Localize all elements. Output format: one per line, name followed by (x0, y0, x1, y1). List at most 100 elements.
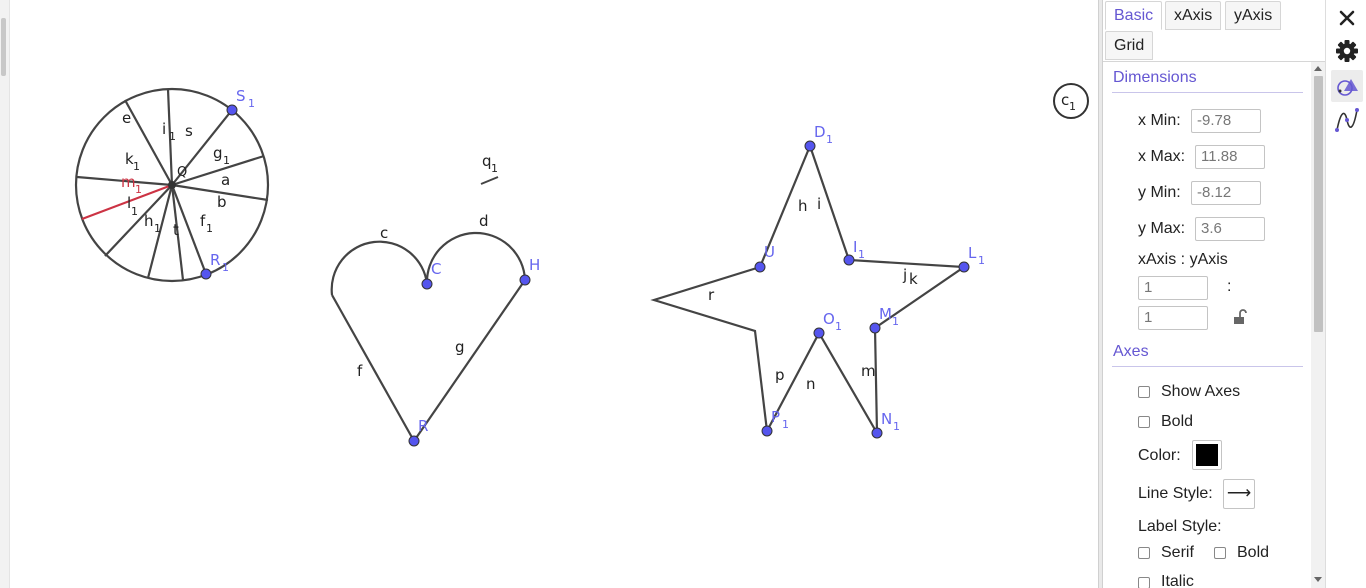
label-q-point: Q (177, 165, 187, 180)
heart-shape[interactable] (330, 231, 527, 442)
point-i1[interactable] (843, 254, 855, 266)
label-h-sub: 1 (154, 222, 161, 235)
tab-yaxis[interactable]: yAxis (1225, 1, 1282, 30)
label-r-star: r (708, 286, 715, 304)
ymax-label: y Max: (1138, 220, 1186, 237)
italic-checkbox[interactable] (1138, 577, 1150, 588)
label-u: U (764, 243, 775, 261)
point-d1[interactable] (804, 140, 816, 152)
point-p1[interactable] (761, 425, 773, 437)
color-button[interactable] (1192, 440, 1222, 470)
point-n1[interactable] (871, 427, 883, 439)
label-m-sub: 1 (135, 183, 142, 196)
label-t: t (173, 221, 179, 239)
ymin-input[interactable]: -8.12 (1191, 181, 1261, 205)
label-h-star: h (798, 197, 808, 215)
line-style-button[interactable]: ⟶ (1223, 479, 1255, 509)
label-r1-sub: 1 (222, 261, 229, 274)
label-l1-sub: 1 (978, 254, 985, 267)
line-style-label: Line Style: (1138, 485, 1213, 502)
graphics-view[interactable]: e i 1 s k 1 g 1 a m 1 b l 1 h 1 t f 1 Q … (0, 0, 1098, 588)
panel-content: Dimensions x Min: -9.78 x Max: 11.88 y M… (1103, 62, 1311, 588)
label-bold-label: Bold (1237, 544, 1270, 561)
italic-label: Italic (1161, 573, 1194, 588)
label-d1: D (814, 123, 826, 141)
label-p1: P (771, 408, 780, 426)
label-k-sub: 1 (133, 160, 140, 173)
algebra-graph-icon[interactable] (1331, 104, 1363, 136)
xmin-input[interactable]: -9.78 (1191, 109, 1261, 133)
point-o1[interactable] (813, 327, 825, 339)
bold-checkbox[interactable] (1138, 416, 1150, 428)
heart-arc-d[interactable] (425, 231, 527, 285)
drawing-canvas[interactable]: e i 1 s k 1 g 1 a m 1 b l 1 h 1 t f 1 Q … (0, 0, 1098, 588)
label-g-heart: g (455, 338, 465, 356)
ymax-input[interactable]: 3.6 (1195, 217, 1265, 241)
tab-xaxis[interactable]: xAxis (1165, 1, 1222, 30)
point-r[interactable] (408, 435, 420, 447)
label-s: s (185, 122, 193, 140)
point-m1[interactable] (869, 322, 881, 334)
close-icon[interactable] (1331, 2, 1363, 34)
xmax-input[interactable]: 11.88 (1195, 145, 1265, 169)
serif-checkbox[interactable] (1138, 547, 1150, 559)
label-r-point: R (418, 417, 428, 435)
label-o1-sub: 1 (835, 320, 842, 333)
label-d: d (479, 212, 489, 230)
point-r1[interactable] (200, 268, 212, 280)
show-axes-checkbox[interactable] (1138, 386, 1150, 398)
panel-tabs: Basic xAxis yAxis Grid (1103, 0, 1325, 62)
label-i: i (162, 120, 166, 138)
wheel-center-point[interactable] (168, 181, 176, 189)
unlock-icon[interactable] (1230, 308, 1248, 326)
ymin-label: y Min: (1138, 184, 1181, 201)
section-rule-dimensions (1112, 92, 1303, 93)
panel-scrollbar-thumb[interactable] (1314, 76, 1323, 332)
graphics-view-icon[interactable] (1331, 70, 1363, 102)
xmax-label: x Max: (1138, 148, 1186, 165)
heart-segment-g[interactable] (413, 279, 526, 442)
point-s1[interactable] (226, 104, 238, 116)
panel-scrollbar[interactable] (1311, 62, 1325, 588)
label-l1: L (968, 244, 977, 262)
heart-segment-f[interactable] (331, 294, 415, 442)
heart-arc-c[interactable] (330, 240, 429, 296)
color-swatch (1196, 444, 1218, 466)
label-n-star: n (806, 375, 816, 393)
ratio-x-input[interactable]: 1 (1138, 276, 1208, 300)
gear-icon[interactable] (1331, 35, 1363, 67)
label-p1-sub: 1 (782, 418, 789, 431)
label-j-star: j (902, 266, 907, 284)
label-style-label: Label Style: (1138, 518, 1222, 535)
label-i-sub: 1 (169, 130, 176, 143)
label-c-point: C (431, 260, 441, 278)
label-bold-checkbox[interactable] (1214, 547, 1226, 559)
label-i1-sub: 1 (858, 248, 865, 261)
label-o1: O (823, 310, 835, 328)
segment-q1[interactable] (480, 176, 499, 185)
tab-grid[interactable]: Grid (1105, 31, 1154, 60)
scroll-down-arrow-icon[interactable] (1314, 577, 1322, 582)
label-c1-sub: 1 (1069, 100, 1076, 113)
point-u[interactable] (754, 261, 766, 273)
label-n1-sub: 1 (893, 420, 900, 433)
label-h-point: H (529, 256, 540, 274)
point-l1[interactable] (958, 261, 970, 273)
point-c[interactable] (421, 278, 433, 290)
scroll-up-arrow-icon[interactable] (1314, 66, 1322, 71)
label-b: b (217, 193, 227, 211)
label-c: c (380, 224, 388, 242)
point-h[interactable] (519, 274, 531, 286)
ratio-y-input[interactable]: 1 (1138, 306, 1208, 330)
label-r1: R (210, 251, 220, 269)
label-i1: I (853, 238, 857, 256)
section-rule-axes (1112, 366, 1303, 367)
axis-ratio-label: xAxis : yAxis (1138, 251, 1228, 268)
xmin-label: x Min: (1138, 112, 1181, 129)
label-n1: N (881, 410, 892, 428)
tab-basic[interactable]: Basic (1105, 1, 1163, 30)
label-h: h (144, 212, 154, 230)
label-f-sub: 1 (206, 222, 213, 235)
label-m-star: m (861, 362, 876, 380)
label-m1-sub: 1 (892, 315, 899, 328)
